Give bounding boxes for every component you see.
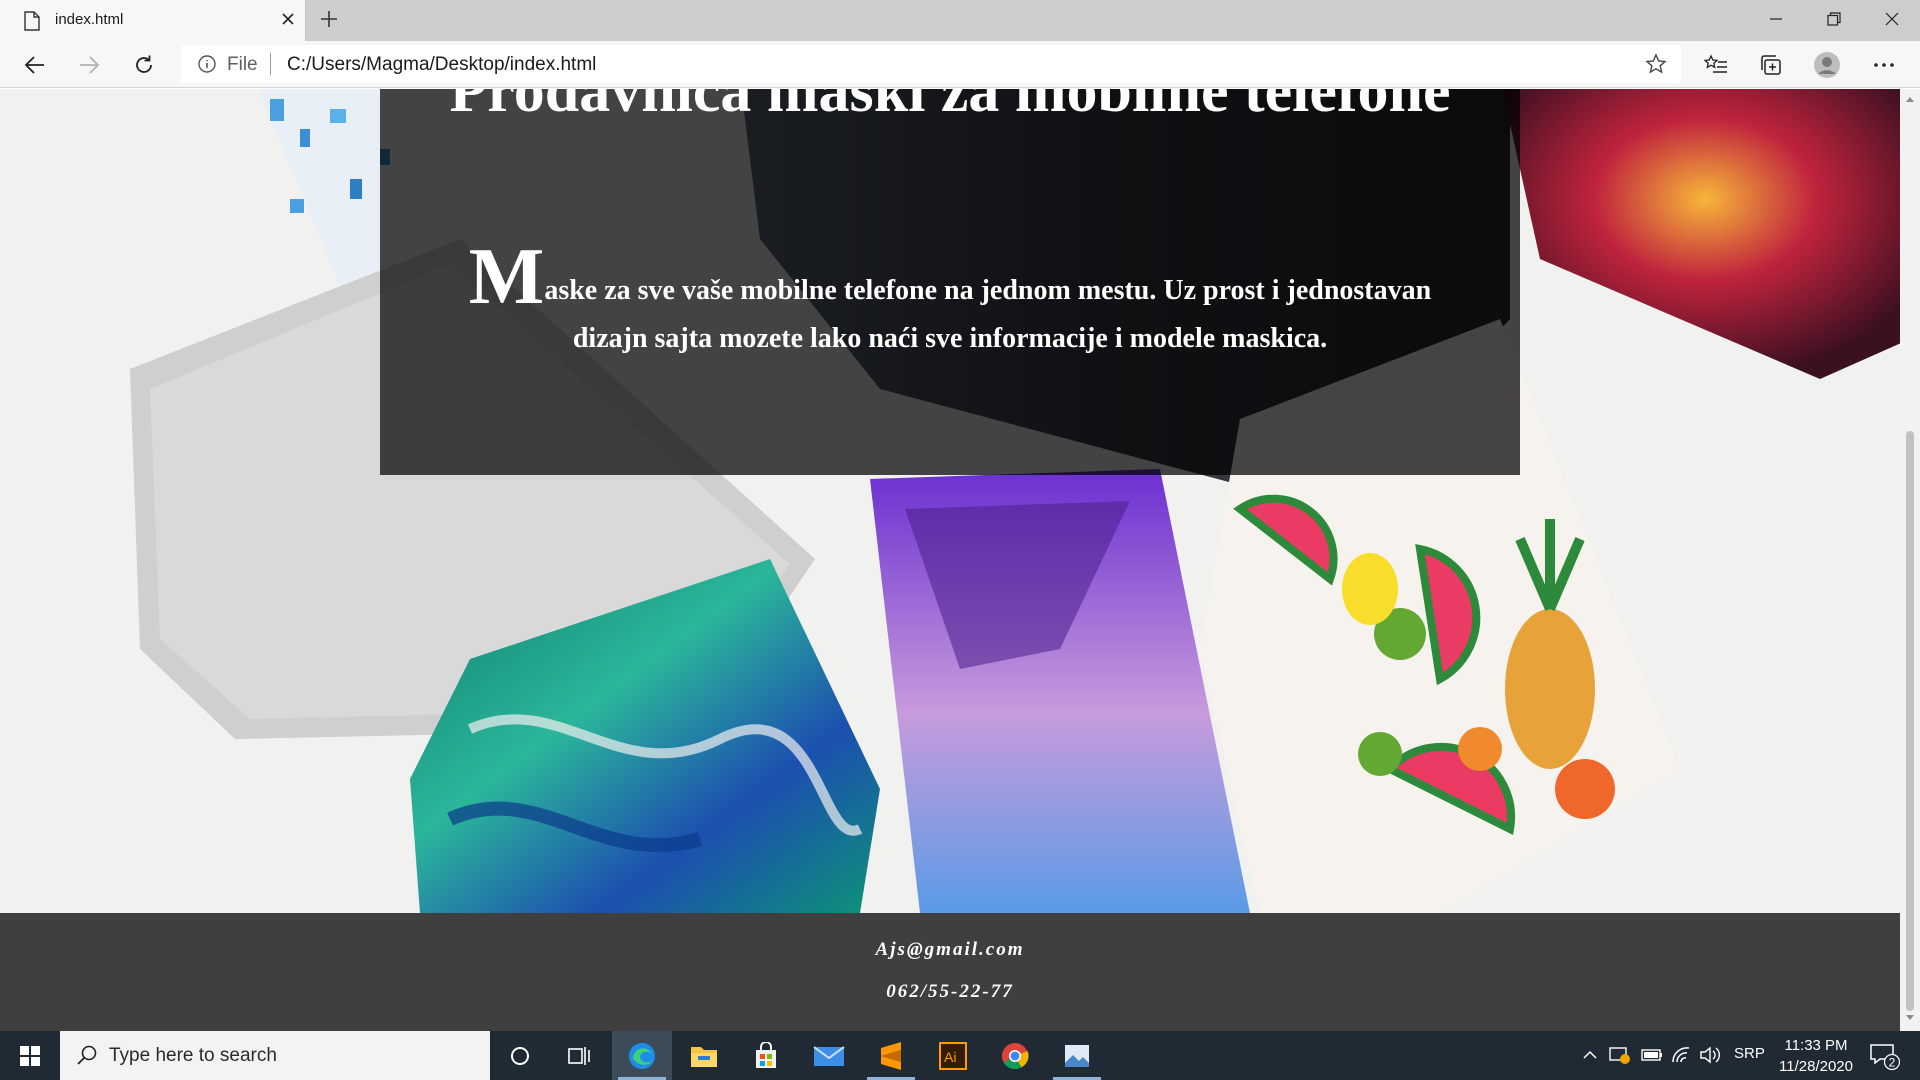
- taskbar-mail[interactable]: [799, 1031, 859, 1080]
- address-separator: [270, 53, 271, 75]
- input-language[interactable]: SRP: [1734, 1045, 1765, 1062]
- chevron-up-icon: [1583, 1050, 1597, 1059]
- minimize-icon: [1770, 18, 1782, 20]
- notification-count: 2: [1889, 1056, 1896, 1070]
- taskbar-search-box[interactable]: Type here to search: [60, 1031, 490, 1080]
- cortana-icon: [511, 1046, 529, 1065]
- system-clock[interactable]: 11:33 PM 11/28/2020: [1762, 1035, 1870, 1077]
- intro-text: aske za sve vaše mobilne telefone na jed…: [544, 275, 1432, 354]
- mail-icon: [813, 1045, 845, 1066]
- tray-expand-button[interactable]: [1580, 1043, 1600, 1067]
- page-heading: Prodavnica maski za mobilne telefone: [449, 89, 1451, 125]
- new-tab-icon[interactable]: [318, 8, 340, 30]
- cortana-button[interactable]: [490, 1031, 550, 1080]
- favorites-list-icon: [1704, 54, 1727, 73]
- clock-time: 11:33 PM: [1784, 1037, 1848, 1054]
- svg-text:Ai: Ai: [944, 1049, 956, 1065]
- notification-icon: 2: [1870, 1044, 1901, 1071]
- taskbar-store[interactable]: [736, 1031, 796, 1080]
- volume-icon: [1700, 1046, 1720, 1064]
- page-viewport: Prodavnica maski za mobilne telefone Mas…: [0, 89, 1900, 1031]
- file-explorer-icon: [691, 1046, 717, 1067]
- task-view-button[interactable]: [550, 1031, 610, 1080]
- address-bar[interactable]: File C:/Users/Magma/Desktop/index.html: [181, 45, 1681, 83]
- close-window-button[interactable]: [1864, 0, 1920, 38]
- security-center-icon: [1609, 1047, 1630, 1064]
- taskbar-edge[interactable]: [612, 1031, 672, 1080]
- favorites-button[interactable]: [1701, 50, 1731, 80]
- collections-button[interactable]: [1756, 50, 1786, 80]
- hero-section: Prodavnica maski za mobilne telefone Mas…: [0, 89, 1900, 913]
- scrollbar-thumb[interactable]: [1906, 431, 1914, 1011]
- page-footer: Ajs@gmail.com 062/55-22-77: [0, 913, 1900, 1031]
- action-center-button[interactable]: 2: [1868, 1041, 1901, 1071]
- photos-icon: [1065, 1044, 1089, 1067]
- chrome-icon: [1002, 1042, 1029, 1069]
- tab-title: index.html: [55, 11, 124, 28]
- task-view-icon: [568, 1046, 590, 1065]
- back-arrow-icon: [24, 56, 44, 74]
- restore-button[interactable]: [1806, 0, 1862, 38]
- minimize-button[interactable]: [1748, 0, 1804, 38]
- scroll-up-icon[interactable]: [1905, 95, 1915, 103]
- scroll-down-icon[interactable]: [1905, 1014, 1915, 1022]
- refresh-button[interactable]: [129, 50, 159, 80]
- page-scrollbar[interactable]: [1900, 89, 1920, 1031]
- taskbar-illustrator[interactable]: Ai: [923, 1031, 983, 1080]
- forward-arrow-icon: [80, 56, 100, 74]
- clock-date: 11/28/2020: [1779, 1058, 1853, 1075]
- store-icon: [756, 1041, 776, 1068]
- footer-phone: 062/55-22-77: [886, 981, 1014, 1002]
- browser-toolbar: File C:/Users/Magma/Desktop/index.html: [0, 41, 1920, 88]
- profile-button[interactable]: [1812, 50, 1842, 80]
- start-button[interactable]: [0, 1031, 60, 1080]
- collections-icon: [1761, 55, 1781, 75]
- more-dots-icon: [1874, 63, 1894, 67]
- intro-paragraph: Maske za sve vaše mobilne telefone na je…: [440, 237, 1460, 363]
- forward-button[interactable]: [74, 50, 104, 80]
- taskbar-sublime-text[interactable]: [861, 1031, 921, 1080]
- address-url[interactable]: C:/Users/Magma/Desktop/index.html: [287, 54, 596, 76]
- restore-icon: [1827, 12, 1841, 26]
- tab-strip: index.html: [0, 0, 1920, 41]
- footer-email: Ajs@gmail.com: [875, 939, 1025, 960]
- sublime-text-icon: [881, 1041, 901, 1070]
- tab-index-html[interactable]: index.html: [0, 0, 306, 41]
- search-placeholder: Type here to search: [109, 1045, 277, 1066]
- star-icon[interactable]: [1645, 53, 1667, 75]
- page-icon: [24, 11, 40, 31]
- more-menu-button[interactable]: [1869, 50, 1899, 80]
- windows-taskbar: Type here to search Ai SRP 11:33 PM 11/2…: [0, 1031, 1920, 1080]
- wifi-icon: [1672, 1047, 1690, 1063]
- taskbar-photos[interactable]: [1047, 1031, 1107, 1080]
- info-icon[interactable]: [197, 54, 217, 74]
- taskbar-chrome[interactable]: [985, 1031, 1045, 1080]
- avatar-icon: [1814, 52, 1840, 78]
- tray-volume-button[interactable]: [1698, 1043, 1724, 1067]
- battery-icon: [1641, 1049, 1662, 1061]
- back-button[interactable]: [20, 50, 50, 80]
- tray-security-button[interactable]: [1608, 1043, 1632, 1067]
- taskbar-file-explorer[interactable]: [674, 1031, 734, 1080]
- windows-logo-icon: [20, 1045, 40, 1066]
- drop-cap: M: [468, 233, 545, 321]
- search-icon: [77, 1045, 97, 1065]
- tray-battery-button[interactable]: [1640, 1043, 1664, 1067]
- intro-overlay-box: Prodavnica maski za mobilne telefone Mas…: [380, 89, 1520, 475]
- refresh-icon: [136, 55, 152, 73]
- close-tab-icon[interactable]: [278, 9, 298, 29]
- illustrator-icon: Ai: [939, 1041, 967, 1070]
- file-scheme-label: File: [227, 54, 258, 75]
- edge-icon: [629, 1042, 655, 1069]
- tray-network-button[interactable]: [1670, 1043, 1694, 1067]
- close-icon: [1885, 12, 1899, 26]
